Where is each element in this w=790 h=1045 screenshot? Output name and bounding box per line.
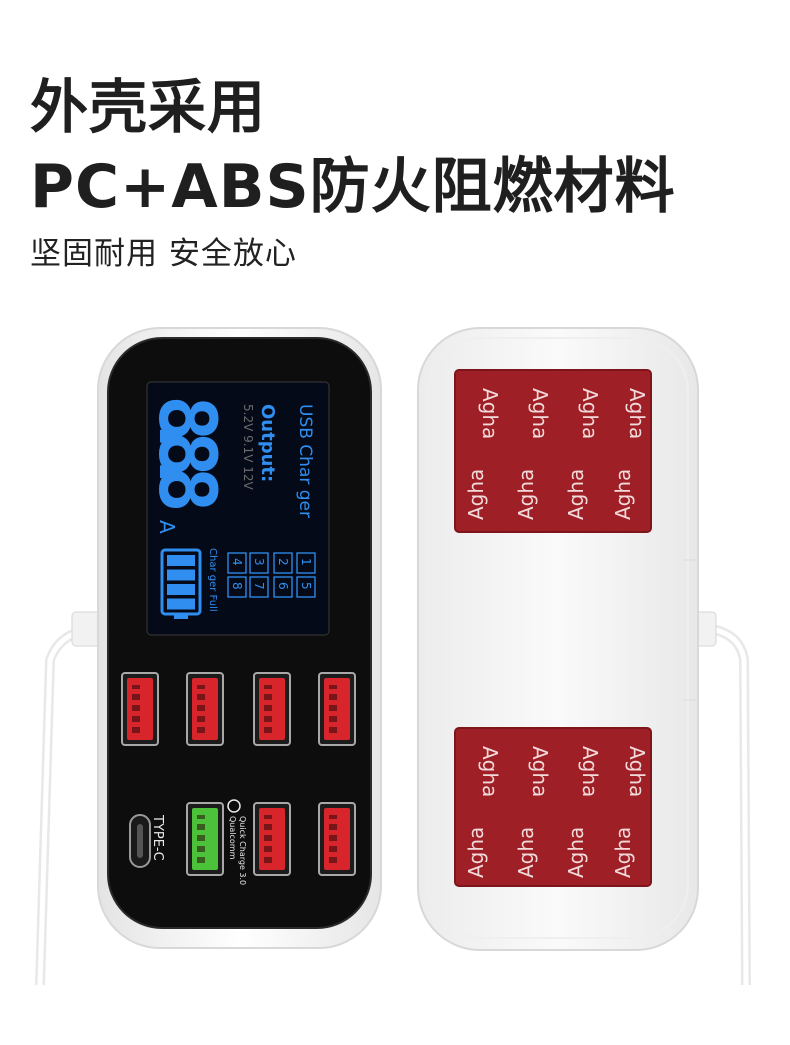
usb-port (318, 672, 356, 746)
tape-print-text: Agha (625, 746, 649, 797)
tape-print-text: Agha (478, 388, 502, 439)
lcd-voltages: 5.2V 9.1V 12V (241, 404, 255, 490)
battery-icon (160, 548, 202, 619)
qc-line-1: Qualcomm (228, 816, 237, 860)
adhesive-pad: Agha Agha Agha Agha Agha Agha Agha Agha (454, 727, 652, 887)
battery-bar (167, 555, 195, 566)
usb-port (253, 672, 291, 746)
battery-bar (167, 569, 195, 581)
tape-print-text: Agha (578, 746, 602, 797)
charger-front: 8.8.8 A USB Char ger Output: 5.2V 9.1V 1… (97, 327, 382, 949)
tape-print-text: Agha (625, 388, 649, 439)
adhesive-pad: Agha Agha Agha Agha Agha Agha Agha Agha (454, 369, 652, 533)
usb-port (318, 802, 356, 876)
usb-port (253, 802, 291, 876)
usb-port-quick-charge (186, 802, 224, 876)
tape-print-text: Agha (611, 827, 635, 878)
lcd-output-label: Output: (257, 404, 278, 482)
charger-back: AghaAghaAghaAghaAghaAghaAghaAghaAghaAgha… (417, 327, 699, 951)
tape-print-text: Agha (464, 827, 488, 878)
port-indicator-number: 3 (252, 558, 266, 566)
tape-print-text: Agha (578, 388, 602, 439)
port-indicator-number: 6 (276, 582, 290, 590)
port-indicator-number: 8 (230, 582, 244, 590)
type-c-port (129, 814, 151, 868)
lcd-display: 8.8.8 A USB Char ger Output: 5.2V 9.1V 1… (141, 381, 330, 636)
usb-port (186, 672, 224, 746)
tape-print-text: Agha (514, 827, 538, 878)
qc-line-2: Quick Charge 3.0 (238, 816, 247, 885)
tape-print-text: Agha (528, 388, 552, 439)
port-indicator-number: 7 (252, 582, 266, 590)
lcd-unit: A (155, 520, 179, 534)
lcd-digits: 8.8.8 (141, 395, 231, 513)
tape-print-text: Agha (564, 469, 588, 520)
tape-print-text: Agha (611, 469, 635, 520)
battery-bar (167, 584, 195, 595)
type-c-label: TYPE-C (150, 814, 165, 861)
port-indicator-number: 5 (299, 582, 313, 590)
tape-print-text: Agha (464, 469, 488, 520)
tape-print-text: Agha (528, 746, 552, 797)
tape-print-text: Agha (564, 827, 588, 878)
battery-bar (167, 598, 195, 610)
port-indicator-number: 2 (276, 558, 290, 566)
product-photo: 8.8.8 A USB Char ger Output: 5.2V 9.1V 1… (35, 327, 751, 986)
power-cable-left (35, 611, 107, 986)
usb-port (121, 672, 159, 746)
lcd-charger-full: Char ger Full (207, 548, 218, 612)
port-indicator-number: 4 (230, 558, 244, 566)
tape-print-text: Agha (514, 469, 538, 520)
tape-print-text: Agha (478, 746, 502, 797)
lcd-title: USB Char ger (295, 404, 315, 518)
port-indicator-number: 1 (299, 558, 313, 566)
